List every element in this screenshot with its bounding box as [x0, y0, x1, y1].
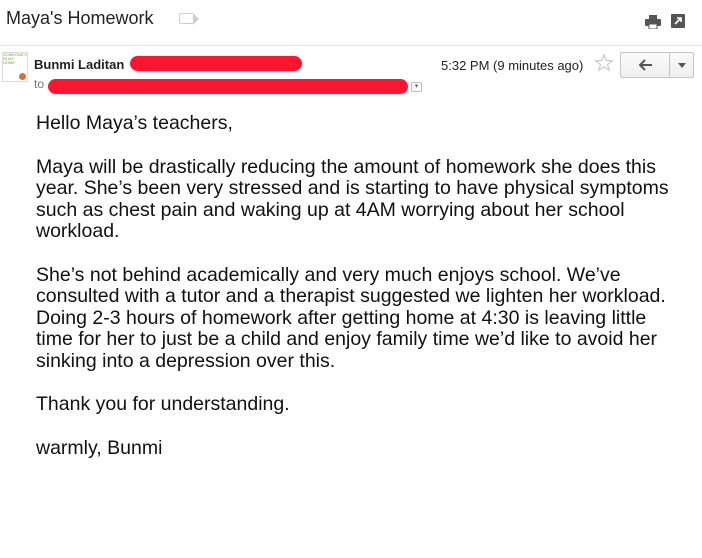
chevron-down-icon — [678, 63, 686, 68]
redaction-mark — [48, 79, 408, 94]
email-body: Hello Maya’s teachers, Maya will be dras… — [36, 112, 686, 481]
redaction-mark — [130, 56, 302, 71]
star-icon[interactable] — [594, 53, 614, 73]
body-paragraph: Maya will be drastically reducing the am… — [36, 155, 669, 242]
subject-bar: Maya's Homework — [0, 0, 702, 46]
print-icon[interactable] — [645, 15, 661, 29]
to-label: to — [34, 77, 45, 91]
avatar-badge — [19, 73, 26, 80]
label-icon[interactable] — [179, 13, 199, 25]
email-subject: Maya's Homework — [6, 8, 154, 28]
body-paragraph: Thank you for understanding. — [36, 393, 290, 415]
popout-icon[interactable] — [671, 14, 685, 28]
email-timestamp: 5:32 PM (9 minutes ago) — [441, 58, 584, 73]
body-paragraph: warmly, Bunmi — [36, 436, 163, 459]
body-paragraph: Hello Maya’s teachers, — [36, 112, 233, 134]
sender-avatar[interactable]: SOMEONE'S IN MY HOME — [2, 52, 28, 82]
show-details-icon[interactable]: ▾ — [411, 82, 422, 92]
avatar-text: SOMEONE'S IN MY HOME — [3, 52, 27, 65]
sender-name[interactable]: Bunmi Laditan — [34, 57, 124, 72]
body-paragraph: She’s not behind academically and very m… — [36, 263, 666, 372]
reply-arrow-icon — [639, 59, 652, 71]
more-actions-button[interactable] — [669, 52, 694, 78]
reply-button[interactable] — [620, 52, 670, 78]
